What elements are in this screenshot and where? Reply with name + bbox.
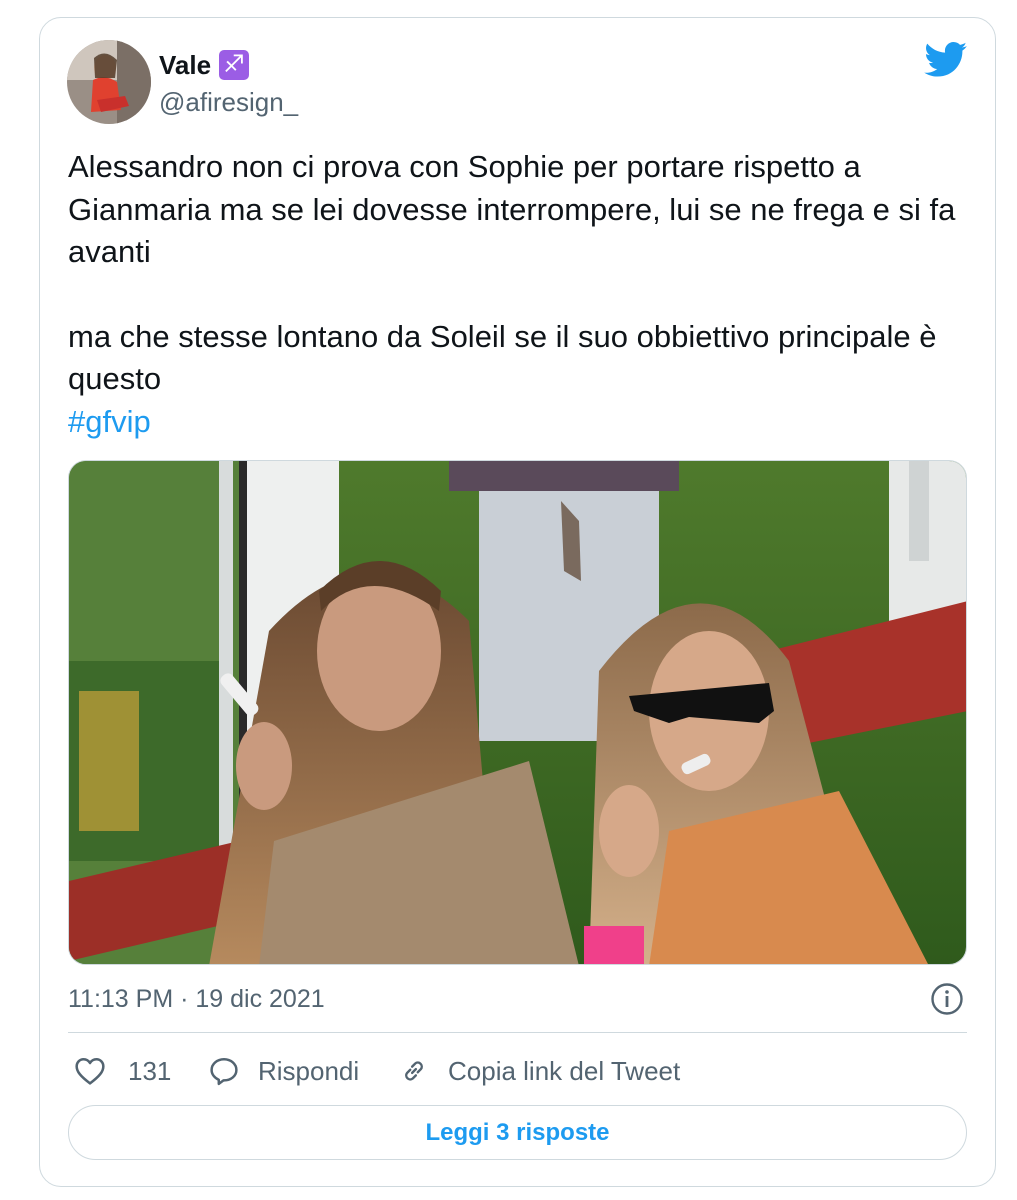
sagittarius-badge-icon: ♐ — [219, 50, 250, 80]
tweet-text-paragraph: ma che stesse lontano da Soleil se il su… — [68, 318, 937, 397]
author-name-row[interactable]: Vale ♐ — [159, 50, 250, 80]
reply-label: Rispondi — [258, 1055, 360, 1086]
tweet-photo[interactable] — [68, 460, 967, 965]
author-handle[interactable]: @afiresign_ — [159, 87, 298, 117]
tweet-text: Alessandro non ci prova con Sophie per p… — [68, 146, 968, 443]
tweet-text-paragraph: Alessandro non ci prova con Sophie per p… — [68, 149, 956, 269]
link-icon — [398, 1056, 430, 1086]
copy-link-button[interactable]: Copia link del Tweet — [398, 1056, 680, 1087]
hashtag-link[interactable]: #gfvip — [68, 401, 968, 444]
like-count: 131 — [128, 1055, 172, 1086]
avatar[interactable] — [67, 40, 151, 124]
reply-button[interactable]: Rispondi — [208, 1056, 398, 1087]
heart-icon — [74, 1056, 106, 1086]
info-icon[interactable] — [930, 982, 964, 1016]
tweet-actions: 131 Rispondi Copia link del Tweet — [68, 1050, 680, 1092]
tweet-timestamp[interactable]: 11:13 PM · 19 dic 2021 — [68, 983, 325, 1015]
twitter-bird-icon[interactable] — [924, 42, 968, 78]
divider — [68, 1032, 967, 1033]
copy-link-label: Copia link del Tweet — [448, 1055, 681, 1086]
read-replies-button[interactable]: Leggi 3 risposte — [68, 1105, 967, 1160]
speech-bubble-icon — [208, 1056, 240, 1086]
like-button[interactable]: 131 — [68, 1056, 208, 1087]
author-name[interactable]: Vale — [159, 50, 211, 80]
